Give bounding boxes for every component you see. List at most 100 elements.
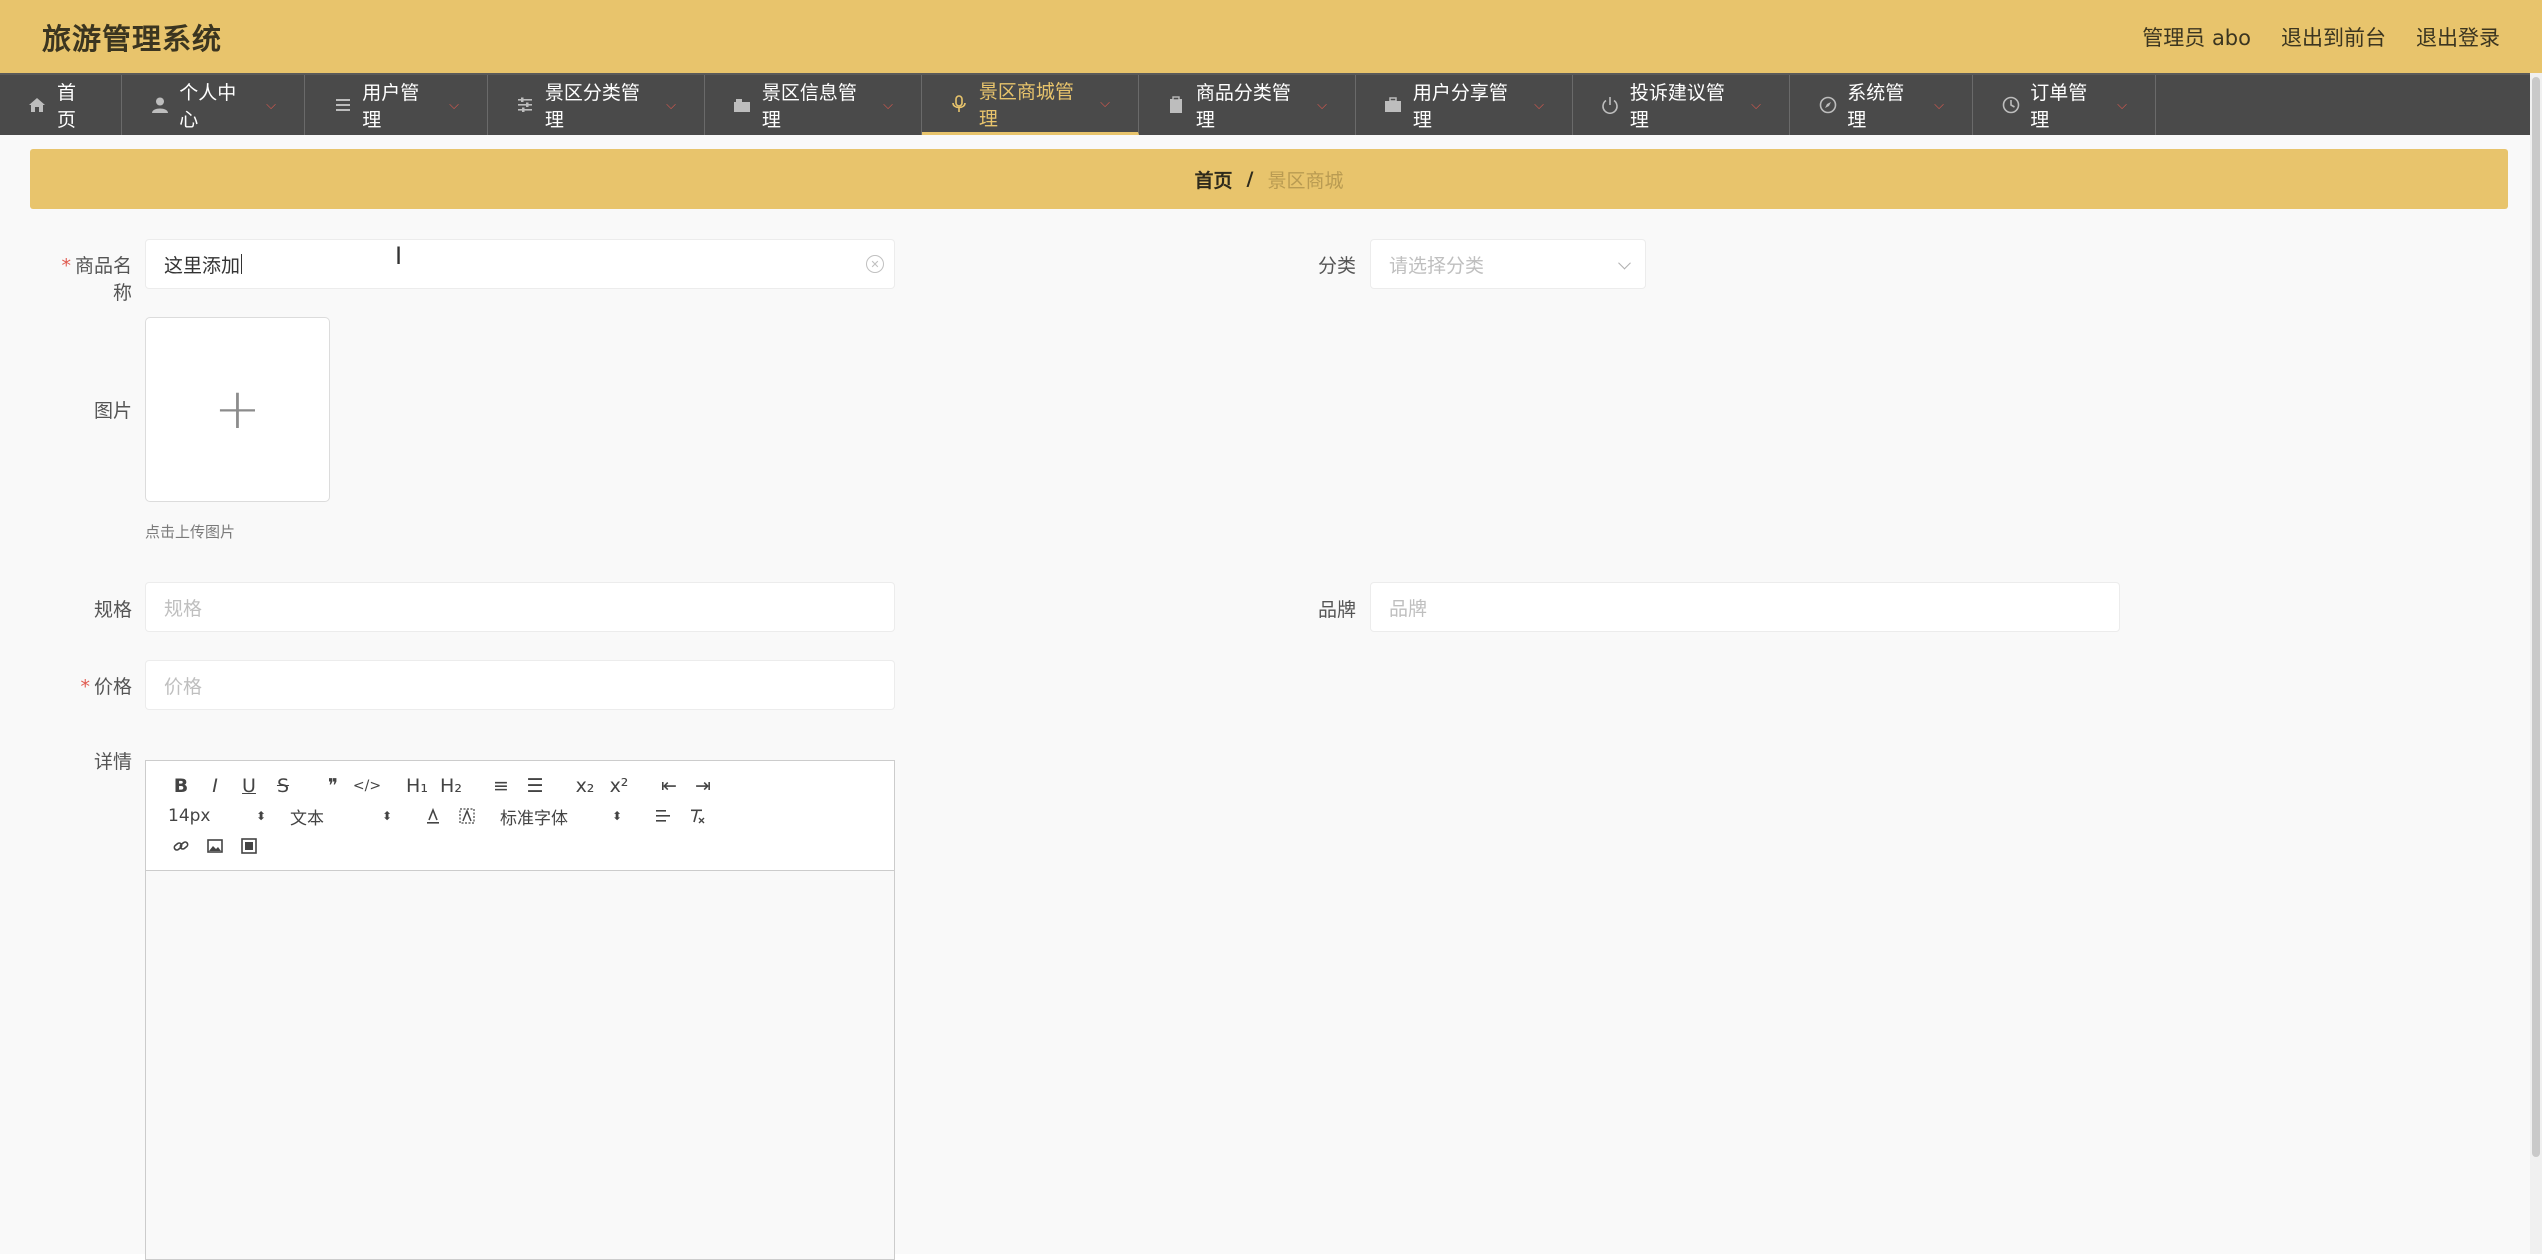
font-size-value: 14px bbox=[168, 806, 211, 826]
superscript-button[interactable]: x² bbox=[602, 772, 636, 800]
nav-item-scenic-shop[interactable]: 景区商城管理 ⌵ bbox=[922, 75, 1139, 135]
bullet-list-button[interactable]: ☰ bbox=[518, 772, 552, 800]
nav-item-label: 系统管理 bbox=[1847, 82, 1905, 131]
plus-icon: + bbox=[214, 376, 261, 442]
clear-format-icon[interactable] bbox=[680, 802, 714, 830]
picker-arrows-icon: ⬍ bbox=[381, 809, 392, 823]
compass-icon bbox=[1818, 95, 1837, 115]
breadcrumb-current: 景区商城 bbox=[1267, 169, 1344, 192]
italic-button[interactable]: I bbox=[198, 772, 232, 800]
background-color-icon[interactable] bbox=[450, 802, 484, 830]
spec-input[interactable]: 规格 bbox=[145, 582, 895, 632]
to-front-link[interactable]: 退出到前台 bbox=[2281, 22, 2386, 52]
ordered-list-button[interactable]: ≡ bbox=[484, 772, 518, 800]
product-name-label-text: 商品名称 bbox=[74, 255, 132, 304]
font-family-value: 标准字体 bbox=[500, 808, 568, 829]
required-mark: * bbox=[61, 255, 71, 277]
code-block-button[interactable]: </> bbox=[350, 772, 384, 800]
chevron-down-icon: ⌵ bbox=[1751, 97, 1761, 113]
logout-link[interactable]: 退出登录 bbox=[2416, 22, 2500, 52]
chevron-down-icon: ⌵ bbox=[266, 97, 276, 113]
text-color-icon[interactable] bbox=[416, 802, 450, 830]
rich-text-editor: B I U S ❞ </> H₁ H₂ ≡ ☰ x₂ x² ⇤ ⇥ 14px ⬍… bbox=[145, 760, 895, 1260]
nav-item-label: 个人中心 bbox=[179, 82, 237, 131]
category-placeholder: 请选择分类 bbox=[1389, 254, 1485, 277]
nav-item-label: 景区信息管理 bbox=[761, 82, 857, 131]
nav-item-personal[interactable]: 个人中心 ⌵ bbox=[122, 75, 305, 135]
breadcrumb-separator: / bbox=[1246, 168, 1254, 190]
toolbar-row-1: B I U S ❞ </> H₁ H₂ ≡ ☰ x₂ x² ⇤ ⇥ bbox=[164, 771, 876, 801]
video-icon[interactable] bbox=[232, 832, 266, 860]
brand-placeholder: 品牌 bbox=[1389, 597, 1428, 620]
editor-content-area[interactable] bbox=[146, 871, 894, 1259]
chevron-down-icon: ⌵ bbox=[666, 97, 676, 113]
category-select[interactable]: 请选择分类 bbox=[1370, 239, 1646, 289]
page-scrollbar[interactable] bbox=[2530, 73, 2542, 1254]
nav-item-user-share[interactable]: 用户分享管理 ⌵ bbox=[1356, 75, 1573, 135]
font-size-picker[interactable]: 14px ⬍ bbox=[164, 806, 274, 826]
nav-item-home[interactable]: 首页 bbox=[0, 75, 122, 135]
blockquote-button[interactable]: ❞ bbox=[316, 772, 350, 800]
chevron-down-icon: ⌵ bbox=[1534, 97, 1544, 113]
h1-button[interactable]: H₁ bbox=[400, 772, 434, 800]
chevron-down-icon: ⌵ bbox=[883, 97, 893, 113]
bold-button[interactable]: B bbox=[164, 772, 198, 800]
sliders-icon bbox=[516, 95, 535, 115]
scrollbar-thumb[interactable] bbox=[2532, 77, 2540, 1157]
home-icon bbox=[28, 95, 47, 115]
clear-icon[interactable]: ✕ bbox=[866, 255, 884, 273]
price-label-text: 价格 bbox=[93, 676, 132, 698]
align-left-icon[interactable] bbox=[646, 802, 680, 830]
top-header: 旅游管理系统 管理员 abo 退出到前台 退出登录 bbox=[0, 0, 2542, 73]
price-input[interactable]: 价格 bbox=[145, 660, 895, 710]
breadcrumb-home[interactable]: 首页 bbox=[1195, 166, 1233, 193]
clock-icon bbox=[2001, 95, 2020, 115]
price-placeholder: 价格 bbox=[164, 675, 203, 698]
nav-item-scenic-category[interactable]: 景区分类管理 ⌵ bbox=[488, 75, 705, 135]
product-name-input[interactable]: 这里添加 ✕ bbox=[145, 239, 895, 289]
h2-button[interactable]: H₂ bbox=[434, 772, 468, 800]
image-upload-button[interactable]: + bbox=[145, 317, 330, 502]
nav-item-orders[interactable]: 订单管理 ⌵ bbox=[1973, 75, 2156, 135]
microphone-icon bbox=[950, 94, 969, 114]
subscript-button[interactable]: x₂ bbox=[568, 772, 602, 800]
nav-item-label: 景区分类管理 bbox=[544, 82, 640, 131]
outdent-button[interactable]: ⇤ bbox=[652, 772, 686, 800]
detail-label: 详情 bbox=[93, 751, 132, 773]
user-label: 管理员 abo bbox=[2142, 25, 2251, 50]
chevron-down-icon: ⌵ bbox=[1934, 97, 1944, 113]
nav-item-users[interactable]: 用户管理 ⌵ bbox=[305, 75, 488, 135]
camera-icon bbox=[733, 95, 752, 115]
header-picker[interactable]: 文本 ⬍ bbox=[290, 804, 400, 829]
main-nav: 首页 个人中心 ⌵ 用户管理 ⌵ 景区分类管理 ⌵ 景区信息管理 ⌵ 景区商城管… bbox=[0, 73, 2542, 135]
nav-item-label: 景区商城管理 bbox=[978, 80, 1074, 130]
clipboard-icon bbox=[1167, 95, 1186, 115]
upload-tip: 点击上传图片 bbox=[145, 523, 236, 541]
chevron-down-icon: ⌵ bbox=[2117, 97, 2127, 113]
nav-item-complaints[interactable]: 投诉建议管理 ⌵ bbox=[1573, 75, 1790, 135]
nav-item-scenic-info[interactable]: 景区信息管理 ⌵ bbox=[705, 75, 922, 135]
indent-button[interactable]: ⇥ bbox=[686, 772, 720, 800]
nav-item-label: 首页 bbox=[56, 82, 76, 131]
font-family-picker[interactable]: 标准字体 ⬍ bbox=[500, 804, 630, 829]
chevron-down-icon: ⌵ bbox=[449, 97, 459, 113]
product-name-value: 这里添加 bbox=[164, 254, 241, 277]
image-label: 图片 bbox=[93, 400, 132, 422]
underline-button[interactable]: U bbox=[232, 772, 266, 800]
toolbar-row-3 bbox=[164, 831, 876, 861]
link-icon[interactable] bbox=[164, 832, 198, 860]
nav-item-label: 用户管理 bbox=[362, 82, 420, 131]
nav-item-system[interactable]: 系统管理 ⌵ bbox=[1790, 75, 1973, 135]
picker-arrows-icon: ⬍ bbox=[255, 809, 266, 823]
user-icon bbox=[150, 95, 169, 115]
breadcrumb: 首页 / 景区商城 bbox=[30, 149, 2508, 209]
strike-button[interactable]: S bbox=[266, 772, 300, 800]
product-name-label: * 商品名称 bbox=[46, 251, 132, 305]
required-mark: * bbox=[80, 676, 90, 698]
image-icon[interactable] bbox=[198, 832, 232, 860]
header-right: 管理员 abo 退出到前台 退出登录 bbox=[2142, 22, 2500, 52]
editor-toolbar: B I U S ❞ </> H₁ H₂ ≡ ☰ x₂ x² ⇤ ⇥ 14px ⬍… bbox=[146, 761, 894, 871]
brand-input[interactable]: 品牌 bbox=[1370, 582, 2120, 632]
nav-item-product-category[interactable]: 商品分类管理 ⌵ bbox=[1139, 75, 1356, 135]
nav-item-label: 商品分类管理 bbox=[1195, 82, 1291, 131]
